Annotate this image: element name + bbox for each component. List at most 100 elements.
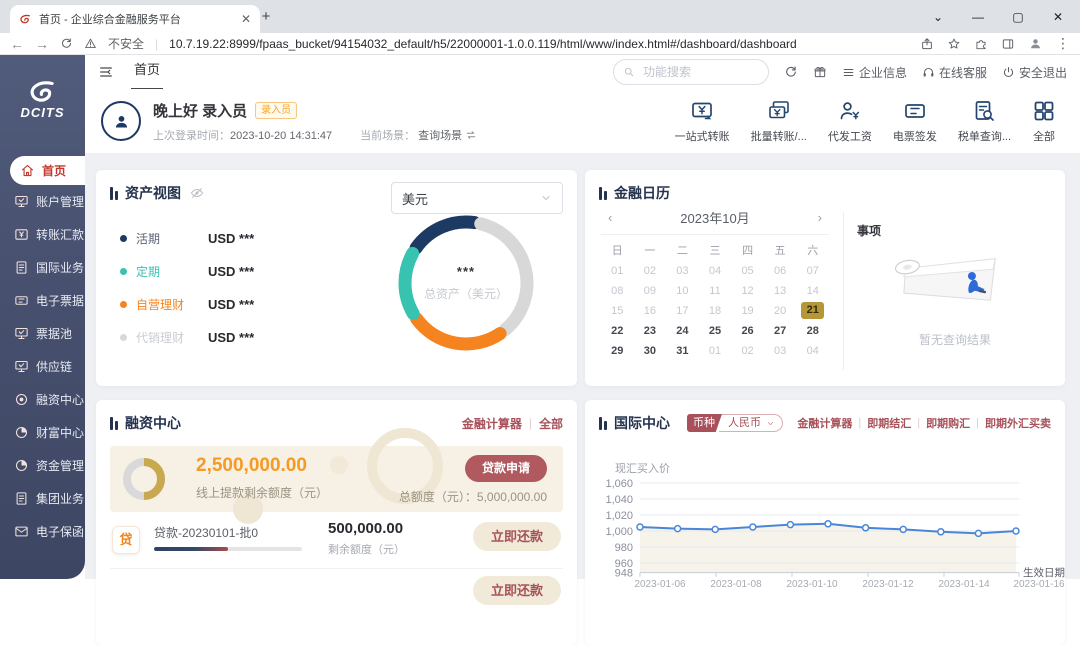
sidebar-item-7[interactable]: 供应链 <box>0 350 85 383</box>
calendar-day[interactable]: 24 <box>666 321 699 341</box>
quick-action-5[interactable]: 税单查询... <box>958 99 1011 144</box>
calendar-day[interactable]: 04 <box>796 341 829 361</box>
search-input[interactable] <box>641 64 735 80</box>
fx-rate-line-chart: 1,0601,0401,0201,0009809609482023-01-062… <box>585 400 1065 645</box>
calendar-day[interactable]: 19 <box>731 301 764 321</box>
calendar-day[interactable]: 04 <box>699 261 732 281</box>
browser-tab[interactable]: 首页 - 企业综合金融服务平台 ✕ <box>10 5 260 33</box>
link-all[interactable]: 全部 <box>539 415 563 432</box>
window-menu-icon[interactable]: ⌄ <box>918 0 958 33</box>
function-search[interactable] <box>613 59 769 85</box>
calendar-day[interactable]: 29 <box>601 341 634 361</box>
reload-icon[interactable] <box>60 37 73 50</box>
link-spot-fx-trading[interactable]: 即期外汇买卖 <box>985 415 1051 431</box>
repay-now-button-next[interactable]: 立即还款 <box>473 576 561 605</box>
calendar-prev-icon[interactable]: ‹ <box>605 210 615 225</box>
link-spot-settlement[interactable]: 即期结汇 <box>867 415 911 431</box>
sidebar-item-11[interactable]: 集团业务 <box>0 482 85 515</box>
sidebar-item-3[interactable]: 转账汇款 <box>0 218 85 251</box>
loan-apply-button[interactable]: 贷款申请 <box>465 455 547 482</box>
gift-icon[interactable] <box>813 65 827 79</box>
collapse-menu-icon[interactable] <box>98 64 114 80</box>
link-company-info[interactable]: 企业信息 <box>842 64 907 81</box>
sidebar-item-4[interactable]: 国际业务 <box>0 251 85 284</box>
sidebar-item-8[interactable]: 融资中心 <box>0 383 85 416</box>
browser-menu-dots-icon[interactable]: ⋮ <box>1056 35 1070 52</box>
calendar-day[interactable]: 30 <box>634 341 667 361</box>
calendar-day[interactable]: 26 <box>731 321 764 341</box>
calendar-day[interactable]: 03 <box>666 261 699 281</box>
calendar-day-today[interactable]: 21 <box>801 302 824 319</box>
window-maximize-icon[interactable]: ▢ <box>998 0 1038 33</box>
calendar-day[interactable]: 16 <box>634 301 667 321</box>
calendar-day[interactable]: 28 <box>796 321 829 341</box>
calendar-day[interactable]: 15 <box>601 301 634 321</box>
doc-icon <box>14 491 29 506</box>
window-minimize-icon[interactable]: — <box>958 0 998 33</box>
calendar-day[interactable]: 05 <box>731 261 764 281</box>
url-text[interactable]: 10.7.19.22:8999/fpaas_bucket/94154032_de… <box>169 37 797 51</box>
calendar-day[interactable]: 10 <box>666 281 699 301</box>
tab-home[interactable]: 首页 <box>131 54 163 90</box>
repay-now-button[interactable]: 立即还款 <box>473 522 561 551</box>
link-spot-purchase[interactable]: 即期购汇 <box>926 415 970 431</box>
calendar-day[interactable]: 11 <box>699 281 732 301</box>
sidebar-item-12[interactable]: 电子保函 <box>0 515 85 548</box>
sidebar-item-1[interactable]: 首页 <box>10 156 85 185</box>
doc-icon <box>14 260 29 275</box>
link-separator: | <box>976 417 979 429</box>
sidebar-item-9[interactable]: 财富中心 <box>0 416 85 449</box>
calendar-next-icon[interactable]: › <box>815 210 825 225</box>
calendar-day[interactable]: 07 <box>796 261 829 281</box>
calendar-day[interactable]: 20 <box>764 301 797 321</box>
quick-action-6[interactable]: 全部 <box>1032 99 1056 144</box>
calendar-day[interactable]: 23 <box>634 321 667 341</box>
calendar-day[interactable]: 17 <box>666 301 699 321</box>
batch-icon <box>767 99 791 123</box>
bookmark-star-icon[interactable] <box>947 37 961 51</box>
new-tab-button[interactable]: + <box>255 7 277 29</box>
eye-off-icon[interactable] <box>190 186 204 200</box>
side-panel-icon[interactable] <box>1001 37 1015 51</box>
link-finance-calculator[interactable]: 金融计算器 <box>797 415 852 431</box>
quick-action-2[interactable]: 批量转账/... <box>751 99 807 144</box>
sidebar-item-5[interactable]: 电子票据 <box>0 284 85 317</box>
link-safe-logout[interactable]: 安全退出 <box>1002 64 1067 81</box>
switch-scene-icon[interactable] <box>465 129 477 141</box>
calendar-day[interactable]: 02 <box>634 261 667 281</box>
link-finance-calculator[interactable]: 金融计算器 <box>462 415 522 432</box>
currency-tag-select[interactable]: 人民币 <box>719 414 783 432</box>
calendar-day[interactable]: 09 <box>634 281 667 301</box>
calendar-day[interactable]: 27 <box>764 321 797 341</box>
sidebar-item-2[interactable]: 账户管理 <box>0 185 85 218</box>
calendar-day[interactable]: 31 <box>666 341 699 361</box>
calendar-day[interactable]: 22 <box>601 321 634 341</box>
calendar-day[interactable]: 12 <box>731 281 764 301</box>
legend-dot <box>120 334 127 341</box>
calendar-day[interactable]: 02 <box>731 341 764 361</box>
share-icon[interactable] <box>920 37 934 51</box>
back-icon[interactable]: ← <box>10 36 24 52</box>
sidebar-item-6[interactable]: 票据池 <box>0 317 85 350</box>
extensions-puzzle-icon[interactable] <box>974 37 988 51</box>
sidebar-item-10[interactable]: 资金管理 <box>0 449 85 482</box>
quick-action-3[interactable]: 代发工资 <box>828 99 872 144</box>
calendar-day[interactable]: 01 <box>601 261 634 281</box>
quick-action-1[interactable]: 一站式转账 <box>675 99 730 144</box>
quick-action-4[interactable]: 电票签发 <box>893 99 937 144</box>
profile-avatar-icon[interactable] <box>1028 36 1043 51</box>
refresh-icon[interactable] <box>784 65 798 79</box>
calendar-day[interactable]: 06 <box>764 261 797 281</box>
calendar-day[interactable]: 14 <box>796 281 829 301</box>
forward-icon[interactable]: → <box>35 36 49 52</box>
window-close-icon[interactable]: ✕ <box>1038 0 1078 33</box>
link-online-service[interactable]: 在线客服 <box>922 64 987 81</box>
calendar-day[interactable]: 18 <box>699 301 732 321</box>
calendar-day[interactable]: 03 <box>764 341 797 361</box>
calendar-day[interactable]: 01 <box>699 341 732 361</box>
calendar-day[interactable]: 13 <box>764 281 797 301</box>
calendar-day[interactable]: 25 <box>699 321 732 341</box>
user-avatar[interactable] <box>101 101 141 141</box>
calendar-day[interactable]: 08 <box>601 281 634 301</box>
tab-close-icon[interactable]: ✕ <box>241 12 251 26</box>
